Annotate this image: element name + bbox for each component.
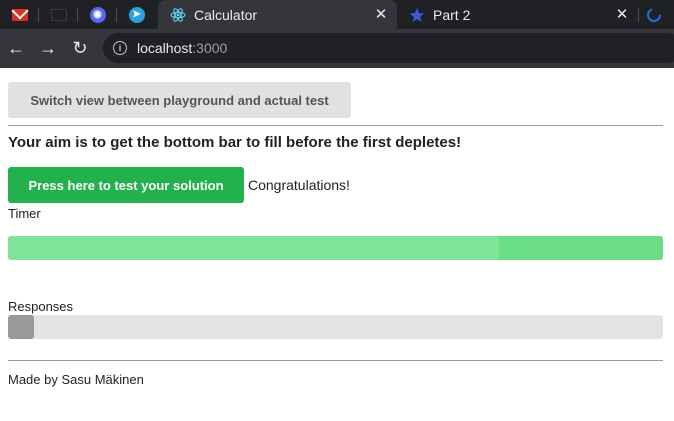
forward-arrow-icon[interactable]: → [38, 38, 58, 58]
responses-bar-fill [8, 315, 35, 339]
timer-bar [8, 236, 663, 260]
address-bar[interactable]: i localhost:3000 [103, 33, 674, 63]
info-icon[interactable]: i [113, 41, 127, 55]
tab-divider [638, 8, 639, 22]
timer-bar-fill [8, 236, 500, 260]
reload-icon[interactable]: ↻ [70, 38, 90, 58]
browser-toolbar: ← → ↻ i localhost:3000 [0, 29, 674, 68]
aim-text: Your aim is to get the bottom bar to fil… [8, 134, 462, 151]
react-icon [170, 7, 186, 23]
switch-view-button[interactable]: Switch view between playground and actua… [8, 82, 351, 118]
pinned-tab-telegram[interactable]: ➤ [117, 0, 156, 29]
pinned-tab-gmail[interactable] [0, 0, 39, 29]
pinned-tab-discord[interactable]: ◉ [78, 0, 117, 29]
responses-bar [8, 315, 663, 339]
tab-partial[interactable] [646, 0, 674, 29]
divider [8, 360, 663, 361]
footer-credit: Made by Sasu Mäkinen [8, 372, 144, 387]
pinned-tab-gmail-2[interactable] [39, 0, 78, 29]
result-message: Congratulations! [248, 177, 350, 193]
tab-title: Calculator [194, 6, 258, 23]
close-icon[interactable]: ✕ [373, 7, 389, 23]
back-arrow-icon[interactable]: ← [6, 38, 26, 58]
tab-calculator[interactable]: Calculator ✕ [158, 0, 397, 29]
pinned-tabs: ◉ ➤ [0, 0, 156, 29]
url-port: :3000 [192, 40, 228, 56]
discord-icon: ◉ [89, 6, 106, 23]
loading-icon [647, 7, 661, 22]
gmail-icon [50, 8, 67, 21]
timer-label: Timer [8, 206, 41, 221]
tab-part-2[interactable]: Part 2 ✕ [397, 0, 638, 29]
tab-title: Part 2 [433, 6, 471, 23]
star-icon [409, 7, 425, 23]
page-content: Switch view between playground and actua… [0, 68, 674, 421]
telegram-icon: ➤ [128, 6, 145, 23]
gmail-icon [11, 8, 28, 21]
close-icon[interactable]: ✕ [614, 7, 630, 23]
test-solution-button[interactable]: Press here to test your solution [8, 167, 244, 203]
divider [8, 125, 663, 126]
browser-tab-strip: ◉ ➤ Calculator ✕ Part 2 ✕ [0, 0, 674, 29]
responses-label: Responses [8, 299, 74, 314]
url-host: localhost [137, 40, 193, 56]
